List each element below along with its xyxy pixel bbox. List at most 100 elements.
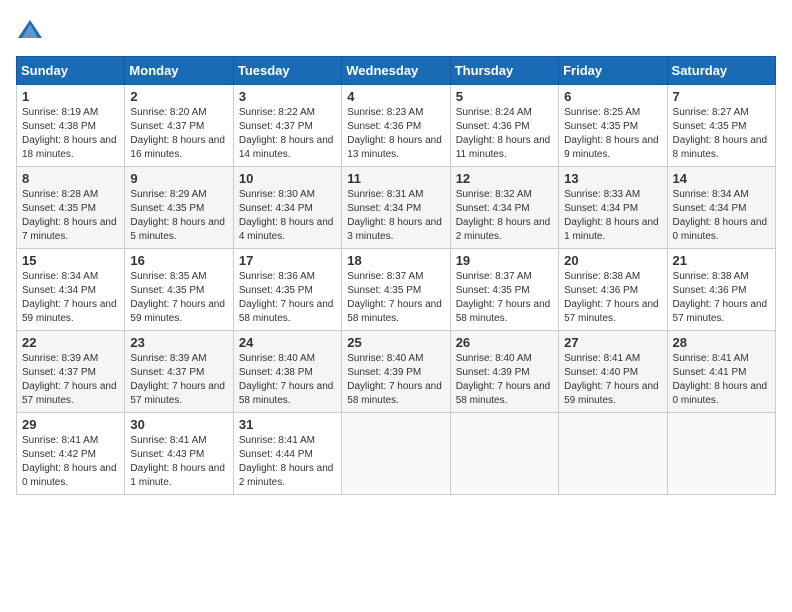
day-number: 31 — [239, 417, 336, 432]
day-info: Sunrise: 8:34 AM Sunset: 4:34 PM Dayligh… — [673, 188, 770, 244]
day-cell: 20 Sunrise: 8:38 AM Sunset: 4:36 PM Dayl… — [559, 249, 667, 331]
day-info: Sunrise: 8:36 AM Sunset: 4:35 PM Dayligh… — [239, 270, 336, 326]
day-cell — [667, 413, 775, 495]
week-row-4: 22 Sunrise: 8:39 AM Sunset: 4:37 PM Dayl… — [17, 331, 776, 413]
day-cell: 4 Sunrise: 8:23 AM Sunset: 4:36 PM Dayli… — [342, 85, 450, 167]
day-header-friday: Friday — [559, 57, 667, 85]
day-header-sunday: Sunday — [17, 57, 125, 85]
day-cell: 8 Sunrise: 8:28 AM Sunset: 4:35 PM Dayli… — [17, 167, 125, 249]
day-info: Sunrise: 8:40 AM Sunset: 4:39 PM Dayligh… — [347, 352, 444, 408]
day-cell: 9 Sunrise: 8:29 AM Sunset: 4:35 PM Dayli… — [125, 167, 233, 249]
day-number: 6 — [564, 89, 661, 104]
day-info: Sunrise: 8:31 AM Sunset: 4:34 PM Dayligh… — [347, 188, 444, 244]
day-cell: 15 Sunrise: 8:34 AM Sunset: 4:34 PM Dayl… — [17, 249, 125, 331]
day-cell: 17 Sunrise: 8:36 AM Sunset: 4:35 PM Dayl… — [233, 249, 341, 331]
day-number: 24 — [239, 335, 336, 350]
day-cell: 11 Sunrise: 8:31 AM Sunset: 4:34 PM Dayl… — [342, 167, 450, 249]
day-number: 23 — [130, 335, 227, 350]
day-number: 15 — [22, 253, 119, 268]
day-info: Sunrise: 8:41 AM Sunset: 4:42 PM Dayligh… — [22, 434, 119, 490]
day-number: 2 — [130, 89, 227, 104]
day-cell: 12 Sunrise: 8:32 AM Sunset: 4:34 PM Dayl… — [450, 167, 558, 249]
day-cell — [342, 413, 450, 495]
day-info: Sunrise: 8:22 AM Sunset: 4:37 PM Dayligh… — [239, 106, 336, 162]
day-cell: 19 Sunrise: 8:37 AM Sunset: 4:35 PM Dayl… — [450, 249, 558, 331]
day-info: Sunrise: 8:28 AM Sunset: 4:35 PM Dayligh… — [22, 188, 119, 244]
day-info: Sunrise: 8:41 AM Sunset: 4:43 PM Dayligh… — [130, 434, 227, 490]
day-number: 26 — [456, 335, 553, 350]
day-number: 10 — [239, 171, 336, 186]
day-info: Sunrise: 8:37 AM Sunset: 4:35 PM Dayligh… — [456, 270, 553, 326]
day-info: Sunrise: 8:33 AM Sunset: 4:34 PM Dayligh… — [564, 188, 661, 244]
week-row-5: 29 Sunrise: 8:41 AM Sunset: 4:42 PM Dayl… — [17, 413, 776, 495]
day-info: Sunrise: 8:40 AM Sunset: 4:39 PM Dayligh… — [456, 352, 553, 408]
day-header-wednesday: Wednesday — [342, 57, 450, 85]
day-cell: 31 Sunrise: 8:41 AM Sunset: 4:44 PM Dayl… — [233, 413, 341, 495]
day-info: Sunrise: 8:24 AM Sunset: 4:36 PM Dayligh… — [456, 106, 553, 162]
day-header-tuesday: Tuesday — [233, 57, 341, 85]
day-info: Sunrise: 8:19 AM Sunset: 4:38 PM Dayligh… — [22, 106, 119, 162]
day-info: Sunrise: 8:41 AM Sunset: 4:41 PM Dayligh… — [673, 352, 770, 408]
day-info: Sunrise: 8:41 AM Sunset: 4:40 PM Dayligh… — [564, 352, 661, 408]
day-info: Sunrise: 8:20 AM Sunset: 4:37 PM Dayligh… — [130, 106, 227, 162]
day-number: 14 — [673, 171, 770, 186]
day-number: 1 — [22, 89, 119, 104]
day-cell: 28 Sunrise: 8:41 AM Sunset: 4:41 PM Dayl… — [667, 331, 775, 413]
day-number: 7 — [673, 89, 770, 104]
day-info: Sunrise: 8:35 AM Sunset: 4:35 PM Dayligh… — [130, 270, 227, 326]
day-info: Sunrise: 8:38 AM Sunset: 4:36 PM Dayligh… — [564, 270, 661, 326]
day-cell: 18 Sunrise: 8:37 AM Sunset: 4:35 PM Dayl… — [342, 249, 450, 331]
day-cell: 30 Sunrise: 8:41 AM Sunset: 4:43 PM Dayl… — [125, 413, 233, 495]
week-row-3: 15 Sunrise: 8:34 AM Sunset: 4:34 PM Dayl… — [17, 249, 776, 331]
calendar-header: SundayMondayTuesdayWednesdayThursdayFrid… — [17, 57, 776, 85]
logo-icon — [16, 16, 44, 44]
week-row-2: 8 Sunrise: 8:28 AM Sunset: 4:35 PM Dayli… — [17, 167, 776, 249]
day-number: 27 — [564, 335, 661, 350]
day-cell: 1 Sunrise: 8:19 AM Sunset: 4:38 PM Dayli… — [17, 85, 125, 167]
day-info: Sunrise: 8:25 AM Sunset: 4:35 PM Dayligh… — [564, 106, 661, 162]
day-cell: 22 Sunrise: 8:39 AM Sunset: 4:37 PM Dayl… — [17, 331, 125, 413]
day-number: 30 — [130, 417, 227, 432]
day-cell: 5 Sunrise: 8:24 AM Sunset: 4:36 PM Dayli… — [450, 85, 558, 167]
day-info: Sunrise: 8:39 AM Sunset: 4:37 PM Dayligh… — [130, 352, 227, 408]
day-number: 4 — [347, 89, 444, 104]
day-cell: 25 Sunrise: 8:40 AM Sunset: 4:39 PM Dayl… — [342, 331, 450, 413]
day-number: 20 — [564, 253, 661, 268]
day-number: 25 — [347, 335, 444, 350]
day-info: Sunrise: 8:30 AM Sunset: 4:34 PM Dayligh… — [239, 188, 336, 244]
day-number: 21 — [673, 253, 770, 268]
day-cell — [450, 413, 558, 495]
day-number: 11 — [347, 171, 444, 186]
day-info: Sunrise: 8:34 AM Sunset: 4:34 PM Dayligh… — [22, 270, 119, 326]
day-cell: 26 Sunrise: 8:40 AM Sunset: 4:39 PM Dayl… — [450, 331, 558, 413]
day-info: Sunrise: 8:41 AM Sunset: 4:44 PM Dayligh… — [239, 434, 336, 490]
day-header-saturday: Saturday — [667, 57, 775, 85]
day-number: 3 — [239, 89, 336, 104]
day-number: 13 — [564, 171, 661, 186]
day-header-thursday: Thursday — [450, 57, 558, 85]
day-cell: 10 Sunrise: 8:30 AM Sunset: 4:34 PM Dayl… — [233, 167, 341, 249]
day-info: Sunrise: 8:27 AM Sunset: 4:35 PM Dayligh… — [673, 106, 770, 162]
header — [16, 16, 776, 44]
calendar-body: 1 Sunrise: 8:19 AM Sunset: 4:38 PM Dayli… — [17, 85, 776, 495]
day-header-row: SundayMondayTuesdayWednesdayThursdayFrid… — [17, 57, 776, 85]
day-number: 29 — [22, 417, 119, 432]
day-number: 9 — [130, 171, 227, 186]
day-number: 17 — [239, 253, 336, 268]
day-cell: 14 Sunrise: 8:34 AM Sunset: 4:34 PM Dayl… — [667, 167, 775, 249]
day-number: 5 — [456, 89, 553, 104]
day-cell: 23 Sunrise: 8:39 AM Sunset: 4:37 PM Dayl… — [125, 331, 233, 413]
day-number: 28 — [673, 335, 770, 350]
day-cell: 3 Sunrise: 8:22 AM Sunset: 4:37 PM Dayli… — [233, 85, 341, 167]
calendar-table: SundayMondayTuesdayWednesdayThursdayFrid… — [16, 56, 776, 495]
day-cell: 13 Sunrise: 8:33 AM Sunset: 4:34 PM Dayl… — [559, 167, 667, 249]
day-info: Sunrise: 8:38 AM Sunset: 4:36 PM Dayligh… — [673, 270, 770, 326]
week-row-1: 1 Sunrise: 8:19 AM Sunset: 4:38 PM Dayli… — [17, 85, 776, 167]
logo — [16, 16, 48, 44]
day-cell — [559, 413, 667, 495]
day-number: 12 — [456, 171, 553, 186]
day-cell: 21 Sunrise: 8:38 AM Sunset: 4:36 PM Dayl… — [667, 249, 775, 331]
day-cell: 29 Sunrise: 8:41 AM Sunset: 4:42 PM Dayl… — [17, 413, 125, 495]
day-info: Sunrise: 8:29 AM Sunset: 4:35 PM Dayligh… — [130, 188, 227, 244]
day-cell: 6 Sunrise: 8:25 AM Sunset: 4:35 PM Dayli… — [559, 85, 667, 167]
